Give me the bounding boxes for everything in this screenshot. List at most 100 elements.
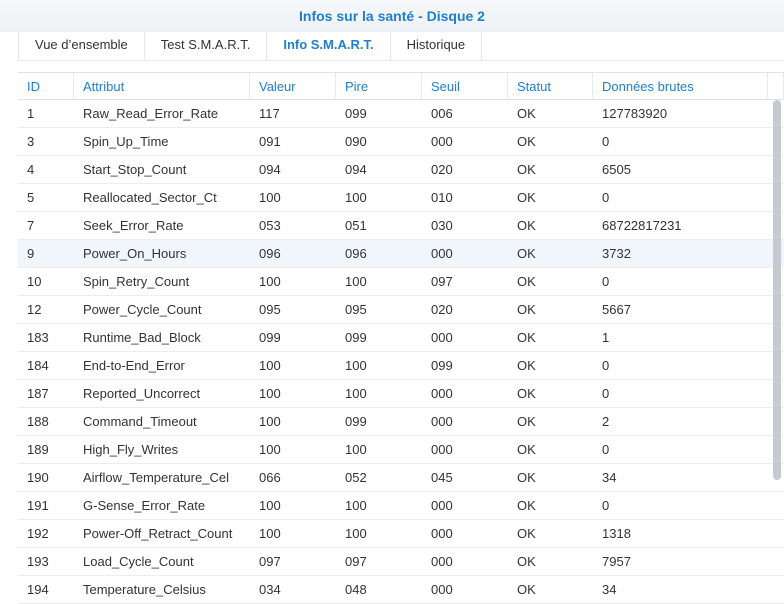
cell-attribute: Load_Cycle_Count xyxy=(83,554,194,569)
table-row[interactable]: 191 G-Sense_Error_Rate 100 100 000 OK 0 xyxy=(18,492,784,520)
cell-attribute: Command_Timeout xyxy=(83,414,197,429)
cell-id: 189 xyxy=(27,442,49,457)
table-row[interactable]: 10 Spin_Retry_Count 100 100 097 OK 0 xyxy=(18,268,784,296)
cell-threshold: 000 xyxy=(431,582,453,597)
cell-raw-data: 0 xyxy=(602,274,610,289)
cell-status: OK xyxy=(517,442,536,457)
cell-raw-data: 6505 xyxy=(602,162,631,177)
cell-worst: 100 xyxy=(345,442,367,457)
table-row[interactable]: 4 Start_Stop_Count 094 094 020 OK 6505 xyxy=(18,156,784,184)
vertical-scrollbar[interactable] xyxy=(773,100,781,480)
cell-id: 187 xyxy=(27,386,49,401)
cell-status: OK xyxy=(517,526,536,541)
cell-attribute: Start_Stop_Count xyxy=(83,162,187,177)
cell-attribute: High_Fly_Writes xyxy=(83,442,179,457)
cell-value: 117 xyxy=(259,106,280,121)
cell-raw-data: 3732 xyxy=(602,246,631,261)
table-row[interactable]: 192 Power-Off_Retract_Count 100 100 000 OK 131… xyxy=(18,520,784,548)
cell-value: 066 xyxy=(259,470,281,485)
column-header-worst[interactable]: Pire xyxy=(336,73,422,100)
cell-status: OK xyxy=(517,582,536,597)
table-row[interactable]: 5 Reallocated_Sector_Ct 100 100 010 OK 0 xyxy=(18,184,784,212)
cell-threshold: 020 xyxy=(431,302,453,317)
cell-worst: 100 xyxy=(345,274,367,289)
cell-worst: 097 xyxy=(345,554,367,569)
cell-worst: 100 xyxy=(345,526,367,541)
tab-smart-info[interactable]: Info S.M.A.R.T. xyxy=(266,32,389,60)
table-row[interactable]: 183 Runtime_Bad_Block 099 099 000 OK 1 xyxy=(18,324,784,352)
smart-table: ID Attribut Valeur Pire Seuil Statut Données b… xyxy=(18,72,784,604)
column-header-value[interactable]: Valeur xyxy=(250,73,336,100)
cell-attribute: Runtime_Bad_Block xyxy=(83,330,201,345)
column-header-id[interactable]: ID xyxy=(18,73,74,100)
table-row[interactable]: 194 Temperature_Celsius 034 048 000 OK 34 xyxy=(18,576,784,604)
table-row[interactable]: 187 Reported_Uncorrect 100 100 000 OK 0 xyxy=(18,380,784,408)
cell-status: OK xyxy=(517,274,536,289)
cell-raw-data: 0 xyxy=(602,442,610,457)
cell-value: 100 xyxy=(259,358,281,373)
cell-attribute: Power_Cycle_Count xyxy=(83,302,202,317)
column-header-raw-data[interactable]: Données brutes xyxy=(593,73,768,100)
table-row[interactable]: 1 Raw_Read_Error_Rate 117 099 006 OK 127783920 xyxy=(18,100,784,128)
column-header-attribute[interactable]: Attribut xyxy=(74,73,250,100)
tab-overview[interactable]: Vue d’ensemble xyxy=(18,32,144,60)
table-row[interactable]: 184 End-to-End_Error 100 100 099 OK 0 xyxy=(18,352,784,380)
cell-attribute: Reallocated_Sector_Ct xyxy=(83,190,217,205)
cell-threshold: 000 xyxy=(431,330,453,345)
cell-attribute: G-Sense_Error_Rate xyxy=(83,498,206,513)
cell-worst: 100 xyxy=(345,190,367,205)
tab-bar: Vue d’ensemble Test S.M.A.R.T. Info S.M.A.… xyxy=(18,32,483,60)
cell-id: 7 xyxy=(27,218,35,233)
cell-value: 100 xyxy=(259,386,281,401)
cell-id: 12 xyxy=(27,302,42,317)
table-row[interactable]: 9 Power_On_Hours 096 096 000 OK 3732 xyxy=(18,240,784,268)
table-row[interactable]: 7 Seek_Error_Rate 053 051 030 OK 68722817231 xyxy=(18,212,784,240)
cell-attribute: Seek_Error_Rate xyxy=(83,218,184,233)
tab-smart-test[interactable]: Test S.M.A.R.T. xyxy=(143,32,267,60)
cell-value: 100 xyxy=(259,274,281,289)
cell-value: 100 xyxy=(259,498,281,513)
cell-worst: 100 xyxy=(345,386,367,401)
cell-raw-data: 0 xyxy=(602,358,610,373)
cell-value: 053 xyxy=(259,218,281,233)
cell-value: 091 xyxy=(259,134,281,149)
cell-value: 097 xyxy=(259,554,281,569)
column-header-threshold[interactable]: Seuil xyxy=(422,73,508,100)
cell-attribute: Power_On_Hours xyxy=(83,246,187,261)
cell-id: 9 xyxy=(27,246,35,261)
cell-threshold: 000 xyxy=(431,134,453,149)
cell-threshold: 099 xyxy=(431,358,453,373)
table-row[interactable]: 188 Command_Timeout 100 099 000 OK 2 xyxy=(18,408,784,436)
cell-threshold: 006 xyxy=(431,106,453,121)
window-title: Infos sur la santé - Disque 2 xyxy=(0,0,784,32)
cell-worst: 051 xyxy=(345,218,367,233)
table-row[interactable]: 193 Load_Cycle_Count 097 097 000 OK 7957 xyxy=(18,548,784,576)
cell-raw-data: 0 xyxy=(602,190,610,205)
cell-threshold: 000 xyxy=(431,386,453,401)
table-row[interactable]: 189 High_Fly_Writes 100 100 000 OK 0 xyxy=(18,436,784,464)
tab-divider xyxy=(18,60,784,61)
cell-threshold: 000 xyxy=(431,414,453,429)
cell-worst: 090 xyxy=(345,134,367,149)
cell-status: OK xyxy=(517,358,536,373)
cell-worst: 099 xyxy=(345,106,367,121)
cell-status: OK xyxy=(517,218,536,233)
cell-value: 094 xyxy=(259,162,281,177)
cell-raw-data: 7957 xyxy=(602,554,631,569)
cell-raw-data: 34 xyxy=(602,582,617,597)
table-row[interactable]: 3 Spin_Up_Time 091 090 000 OK 0 xyxy=(18,128,784,156)
cell-value: 100 xyxy=(259,190,281,205)
cell-value: 100 xyxy=(259,442,281,457)
cell-threshold: 010 xyxy=(431,190,453,205)
cell-id: 3 xyxy=(27,134,35,149)
cell-id: 184 xyxy=(27,358,49,373)
column-header-status[interactable]: Statut xyxy=(508,73,593,100)
table-row[interactable]: 12 Power_Cycle_Count 095 095 020 OK 5667 xyxy=(18,296,784,324)
table-row[interactable]: 190 Airflow_Temperature_Cel 066 052 045 OK 34 xyxy=(18,464,784,492)
cell-attribute: End-to-End_Error xyxy=(83,358,185,373)
cell-value: 034 xyxy=(259,582,281,597)
tab-history[interactable]: Historique xyxy=(389,32,483,60)
cell-threshold: 000 xyxy=(431,246,453,261)
cell-status: OK xyxy=(517,414,536,429)
cell-threshold: 000 xyxy=(431,442,453,457)
